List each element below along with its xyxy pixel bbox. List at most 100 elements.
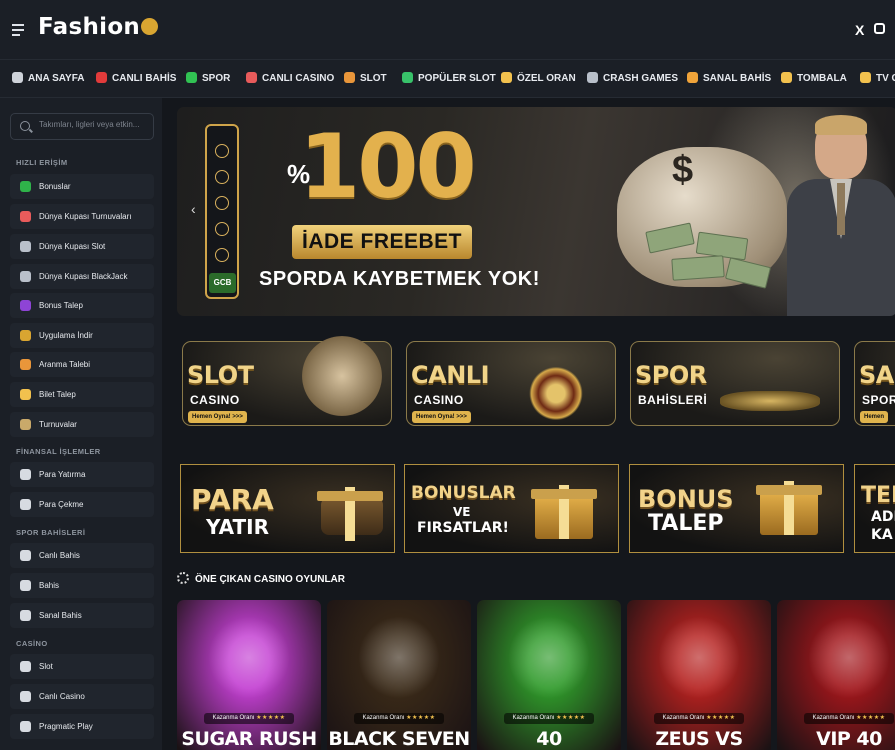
x-social-icon[interactable]: X (855, 22, 864, 38)
nav-item-home[interactable]: ANA SAYFA (12, 72, 85, 84)
promo-bonus-request[interactable]: BONUS TALEP (629, 464, 844, 553)
wallet-in-icon (20, 469, 31, 480)
zeus-image (302, 336, 382, 416)
sidebar-item[interactable]: Sanal Bahis (10, 603, 154, 628)
sidebar-item[interactable]: Dünya Kupası BlackJack (10, 264, 154, 289)
chevron-left-icon[interactable]: ‹ (191, 201, 196, 217)
trophy-icon (20, 211, 31, 222)
sidebar-item[interactable]: Slot (10, 654, 154, 679)
bonus-request-icon (20, 300, 31, 311)
sidebar-item[interactable]: Bonus Talep (10, 293, 154, 318)
site-logo[interactable]: Fashion (38, 14, 159, 40)
game-card[interactable]: Kazanma Oranı ★★★★★ ZEUS VS (627, 600, 771, 750)
star-icon (402, 72, 413, 83)
sidebar-item-label: Bonus Talep (39, 301, 83, 310)
game-art (809, 615, 889, 700)
nav-label: ANA SAYFA (28, 73, 85, 84)
category-card-sports[interactable]: SPOR BAHİSLERİ (630, 341, 840, 456)
game-title: VIP 40 (816, 728, 882, 750)
instagram-icon[interactable] (874, 23, 885, 34)
nav-item-rocket[interactable]: CRASH GAMES (587, 72, 678, 84)
sidebar-item[interactable]: Para Yatırma (10, 462, 154, 487)
win-rate-label: Kazanma Oranı (362, 715, 405, 721)
nav-item-live-casino[interactable]: CANLI CASINO (246, 72, 334, 84)
nav-label: POPÜLER SLOT (418, 73, 496, 84)
sidebar-item[interactable]: Pragmatic Play (10, 714, 154, 739)
nav-label: SLOT (360, 73, 387, 84)
play-now-button[interactable]: Hemen Oyna! >>> (188, 411, 247, 423)
phone-icon (20, 359, 31, 370)
logo-text: Fashion (38, 14, 141, 40)
sidebar-item[interactable]: Canlı Bahis (10, 543, 154, 568)
nav-label: TV G (876, 73, 895, 84)
sidebar-item-label: Uygulama İndir (39, 331, 93, 340)
download-icon (20, 330, 31, 341)
promo-line1: BONUSLAR (411, 483, 516, 503)
sidebar-item[interactable]: Canlı Casino (10, 684, 154, 709)
nav-item-slot[interactable]: SLOT (344, 72, 387, 84)
pragmatic-icon (20, 721, 31, 732)
sidebar-item[interactable]: Dünya Kupası Turnuvaları (10, 204, 154, 229)
promo-bonuses[interactable]: BONUSLAR VE FIRSATLAR! (404, 464, 619, 553)
category-title: SPOR (635, 361, 707, 389)
nav-label: ÖZEL ORAN (517, 73, 576, 84)
virtual-icon (20, 610, 31, 621)
hero-freebet: İADE FREEBET (292, 225, 473, 259)
category-nav: ANA SAYFA CANLI BAHİS SPOR CANLI CASINO SLOT… (0, 60, 895, 98)
nav-item-live-bet[interactable]: CANLI BAHİS (96, 72, 176, 84)
category-title: SLOT (187, 361, 254, 389)
nav-item-sun[interactable]: ÖZEL ORAN (501, 72, 576, 84)
play-now-button[interactable]: Hemen Oyna! >>> (412, 411, 471, 423)
hero-banner[interactable]: $ GCB ‹ % 100 İADE FREEBET SPORDA KAYBET… (177, 107, 895, 316)
dollar-symbol: $ (672, 149, 694, 191)
game-card[interactable]: Kazanma Oranı ★★★★★ 40 (477, 600, 621, 750)
promo-line2: YATIR (206, 515, 269, 539)
sidebar-item[interactable]: Bahis (10, 573, 154, 598)
sidebar-section-title: HIZLI ERİŞİM (16, 158, 68, 167)
nav-item-tombala[interactable]: TOMBALA (781, 72, 847, 84)
ball-icon (20, 271, 31, 282)
sidebar-item-label: Dünya Kupası Turnuvaları (39, 212, 132, 221)
game-card[interactable]: Kazanma Oranı ★★★★★ VIP 40 (777, 600, 895, 750)
game-card[interactable]: Kazanma Oranı ★★★★★ SUGAR RUSH (177, 600, 321, 750)
sidebar-item-label: Bilet Talep (39, 390, 76, 399)
promo-line2: TALEP (648, 511, 724, 536)
category-card-live-casino[interactable]: CANLI CASINO Hemen Oyna! >>> (406, 341, 616, 456)
promo-deposit[interactable]: PARA YATIR (180, 464, 395, 553)
play-now-button[interactable]: Hemen (860, 411, 889, 423)
sidebar-item[interactable]: Dünya Kupası Slot (10, 234, 154, 259)
sidebar: HIZLI ERİŞİM Bonuslar Dünya Kupası Turnuva… (0, 98, 162, 750)
sidebar-item-label: Aranma Talebi (39, 360, 90, 369)
game-title: SUGAR RUSH (181, 728, 317, 750)
nav-item-sport[interactable]: SPOR (186, 72, 230, 84)
promo-partial[interactable]: TEL ADR KA (854, 464, 895, 553)
tombala-icon (781, 72, 792, 83)
category-card-slot[interactable]: SLOT CASINO Hemen Oyna! >>> (182, 336, 392, 456)
sidebar-item[interactable]: Bonuslar (10, 174, 154, 199)
win-rate-label: Kazanma Oranı (512, 715, 555, 721)
sidebar-item-label: Dünya Kupası BlackJack (39, 272, 128, 281)
gift-image (756, 481, 822, 535)
sidebar-item[interactable]: Para Çekme (10, 492, 154, 517)
nav-item-virtual[interactable]: SANAL BAHİS (687, 72, 771, 84)
ticket-icon (20, 389, 31, 400)
game-card[interactable]: Kazanma Oranı ★★★★★ BLACK SEVEN (327, 600, 471, 750)
category-card-partial[interactable]: SA SPOR Hemen (854, 341, 895, 456)
hero-subtitle: SPORDA KAYBETMEK YOK! (259, 268, 540, 290)
top-header: Fashion X (0, 0, 895, 60)
star-rating: ★★★★★ (256, 715, 286, 721)
search-input[interactable] (39, 120, 151, 129)
menu-icon[interactable] (12, 24, 24, 39)
nav-item-tv[interactable]: TV G (860, 72, 895, 84)
sidebar-item[interactable]: Bilet Talep (10, 382, 154, 407)
sidebar-item[interactable]: Aranma Talebi (10, 352, 154, 377)
game-title: ZEUS VS (655, 728, 743, 750)
sidebar-item[interactable]: Uygulama İndir (10, 323, 154, 348)
virtual-icon (687, 72, 698, 83)
sidebar-item[interactable]: Turnuvalar (10, 412, 154, 437)
search-box[interactable] (10, 113, 154, 140)
search-icon (20, 121, 30, 131)
nav-item-star[interactable]: POPÜLER SLOT (402, 72, 496, 84)
logo-coin-icon (141, 18, 159, 35)
sun-icon (501, 72, 512, 83)
